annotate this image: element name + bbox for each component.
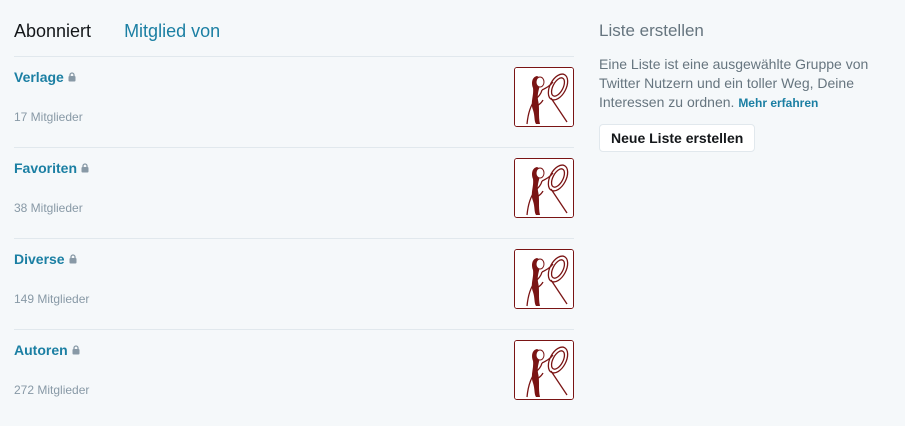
list-avatar[interactable] — [514, 158, 574, 218]
tab-subscribed[interactable]: Abonniert — [14, 20, 91, 42]
list-name-link[interactable]: Autoren — [14, 342, 80, 358]
list-name-label: Verlage — [14, 69, 64, 85]
list-name-link[interactable]: Verlage — [14, 69, 76, 85]
list-name-link[interactable]: Diverse — [14, 251, 77, 267]
create-list-description: Eine Liste ist eine ausgewählte Gruppe v… — [599, 55, 889, 113]
lock-icon — [81, 163, 89, 173]
create-list-panel: Liste erstellen Eine Liste ist eine ausg… — [599, 20, 889, 152]
list-name-label: Autoren — [14, 342, 68, 358]
list-item: Autoren 272 Mitglieder — [14, 329, 574, 420]
list-item: Favoriten 38 Mitglieder — [14, 147, 574, 238]
description-text: Eine Liste ist eine ausgewählte Gruppe v… — [599, 56, 869, 110]
list-tabs: Abonniert Mitglied von — [14, 20, 220, 42]
avatar-image — [515, 68, 573, 126]
member-count: 149 Mitglieder — [14, 292, 90, 306]
avatar-image — [515, 250, 573, 308]
avatar-image — [515, 341, 573, 399]
list-name-link[interactable]: Favoriten — [14, 160, 89, 176]
tab-member-of[interactable]: Mitglied von — [124, 20, 220, 42]
list-avatar[interactable] — [514, 340, 574, 400]
list-avatar[interactable] — [514, 67, 574, 127]
lock-icon — [72, 345, 80, 355]
list-item: Verlage 17 Mitglieder — [14, 56, 574, 147]
member-count: 272 Mitglieder — [14, 383, 90, 397]
create-list-button[interactable]: Neue Liste erstellen — [599, 124, 756, 152]
list-item: Diverse 149 Mitglieder — [14, 238, 574, 329]
lists-container: Verlage 17 Mitglieder Favoriten 38 Mitgl… — [14, 56, 574, 420]
learn-more-link[interactable]: Mehr erfahren — [738, 96, 818, 110]
list-avatar[interactable] — [514, 249, 574, 309]
member-count: 38 Mitglieder — [14, 201, 83, 215]
list-name-label: Diverse — [14, 251, 65, 267]
lock-icon — [68, 72, 76, 82]
create-list-title: Liste erstellen — [599, 21, 704, 40]
list-name-label: Favoriten — [14, 160, 78, 176]
avatar-image — [515, 159, 573, 217]
lock-icon — [69, 254, 77, 264]
member-count: 17 Mitglieder — [14, 110, 83, 124]
